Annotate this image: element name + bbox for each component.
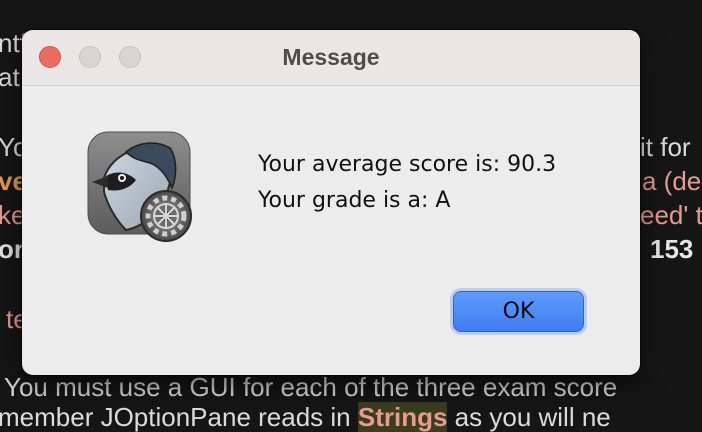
message-dialog: Message Your average score is: 90.3 Your… [22,30,640,375]
message-line-average: Your average score is: 90.3 [258,152,557,177]
bg-text-line: a (de [642,166,702,196]
bluej-icon [86,130,194,242]
bg-text-segment: as you will ne [454,402,611,432]
bg-text-line: 153 [650,234,694,264]
bg-text-highlight: Strings [357,402,448,432]
ok-button[interactable]: OK [453,291,584,332]
message-line-grade: Your grade is a: A [258,188,451,213]
message-text: Your average score is: 90.3 Your grade i… [258,147,556,219]
bg-text-segment: member JOptionPane reads in [0,402,351,432]
dialog-title: Message [282,44,380,70]
bg-text-line: member JOptionPane reads in Strings as y… [0,402,611,432]
bg-text-line: it for [640,132,691,162]
title-bar: Message [22,30,640,86]
bg-text-line: You must use a GUI for each of the three… [4,372,618,402]
bg-text-line: eed' th [640,200,702,230]
bg-text-line: at [0,62,20,92]
bg-text-line: or [0,234,24,264]
